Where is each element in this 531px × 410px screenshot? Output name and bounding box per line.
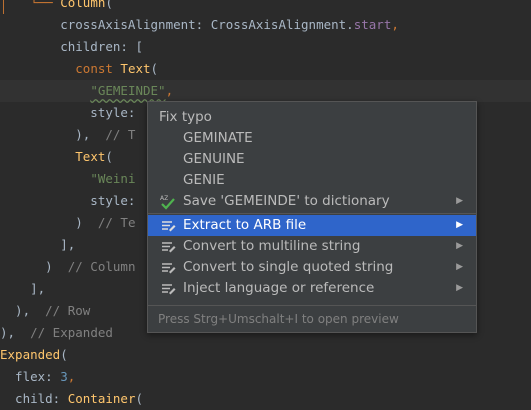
code-token: 3 [60,369,68,384]
convert-single-quoted-action[interactable]: Convert to single quoted string ▶ [148,257,476,278]
code-token: ( [105,0,113,10]
code-token: style: [0,193,143,208]
code-token: ( [60,347,68,362]
suggestion-label: GEMINATE [183,130,253,146]
code-token: ], [0,281,46,296]
submenu-arrow-icon: ▶ [456,220,463,230]
intention-bulb-icon [159,280,177,297]
submenu-arrow-icon: ▶ [456,241,463,251]
suggestion-label: GENIE [183,172,225,188]
code-token: const [75,61,121,76]
code-token: ( [105,149,113,164]
suggestion-label: GENUINE [183,151,245,167]
intention-bulb-icon [159,217,177,234]
intention-actions-popup: Fix typo GEMINATE GENUINE GENIE AZ Save … [147,101,477,333]
code-line[interactable]: child: Container( [0,388,531,410]
code-line[interactable]: flex: 3, [0,366,531,388]
spellcheck-icon: AZ [159,193,177,210]
code-line[interactable]: const Text( [0,58,531,80]
code-token: ), [0,127,106,142]
code-token: // Column [67,259,136,274]
extract-to-arb-action[interactable]: Extract to ARB file ▶ [148,215,476,236]
code-token: // Expanded [30,325,113,340]
code-token: start [353,17,392,32]
code-token: ( [135,391,143,406]
preview-hint: Press Strg+Umschalt+I to open preview [158,312,399,326]
code-token: // Te [97,215,136,230]
code-line[interactable]: children: [ [0,36,531,58]
code-token: flex: [0,369,61,384]
code-line[interactable]: crossAxisAlignment: CrossAxisAlignment.s… [0,14,531,36]
code-token: , [391,17,399,32]
code-token: ], [0,237,76,252]
action-label: Convert to single quoted string [183,259,394,275]
save-to-dictionary-action[interactable]: AZ Save 'GEMEINDE' to dictionary ▶ [148,191,476,212]
code-token: ( [150,61,159,76]
code-token: Column [60,0,106,10]
code-token: Expanded [0,347,61,362]
code-token: , [165,83,174,98]
action-label: Inject language or reference [183,280,375,296]
popup-header: Fix typo [159,109,212,125]
suggestion-genie[interactable]: GENIE [148,170,476,191]
code-line[interactable]: "GEMEINDE", [0,80,531,102]
code-token: // T [105,127,136,142]
convert-multiline-action[interactable]: Convert to multiline string ▶ [148,236,476,257]
code-line[interactable]: └── Column( [0,0,531,14]
code-token: Text [75,149,106,164]
action-label: Save 'GEMEINDE' to dictionary [183,193,390,209]
code-token: style: [0,105,143,120]
code-line[interactable]: Expanded( [0,344,531,366]
suggestion-genuine[interactable]: GENUINE [148,149,476,170]
code-token: ), [0,303,46,318]
action-label: Extract to ARB file [183,217,307,233]
suggestion-gemINATE[interactable]: GEMINATE [148,128,476,149]
code-token: ), [0,325,31,340]
code-token: child: [0,391,68,406]
action-label: Convert to multiline string [183,238,361,254]
code-token: "Weini [90,171,136,186]
code-token: Text [120,61,151,76]
intention-bulb-icon [159,238,177,255]
submenu-arrow-icon: ▶ [456,283,463,293]
code-token: // Row [45,303,91,318]
svg-text:AZ: AZ [160,195,168,202]
separator [148,213,476,214]
code-token: , [67,369,76,384]
inject-language-action[interactable]: Inject language or reference ▶ [148,278,476,299]
code-token: "GEMEINDE" [90,83,166,98]
code-token: Container [67,391,136,406]
code-token: ) [0,215,98,230]
submenu-arrow-icon: ▶ [456,262,463,272]
submenu-arrow-icon: ▶ [456,196,463,206]
code-token: crossAxisAlignment: [0,17,211,32]
intention-bulb-icon [159,259,177,276]
code-token: children: [ [0,39,143,54]
code-token: CrossAxisAlignment. [210,17,354,32]
code-token: └── [0,0,61,10]
separator [148,305,476,306]
code-token: ) [0,259,68,274]
